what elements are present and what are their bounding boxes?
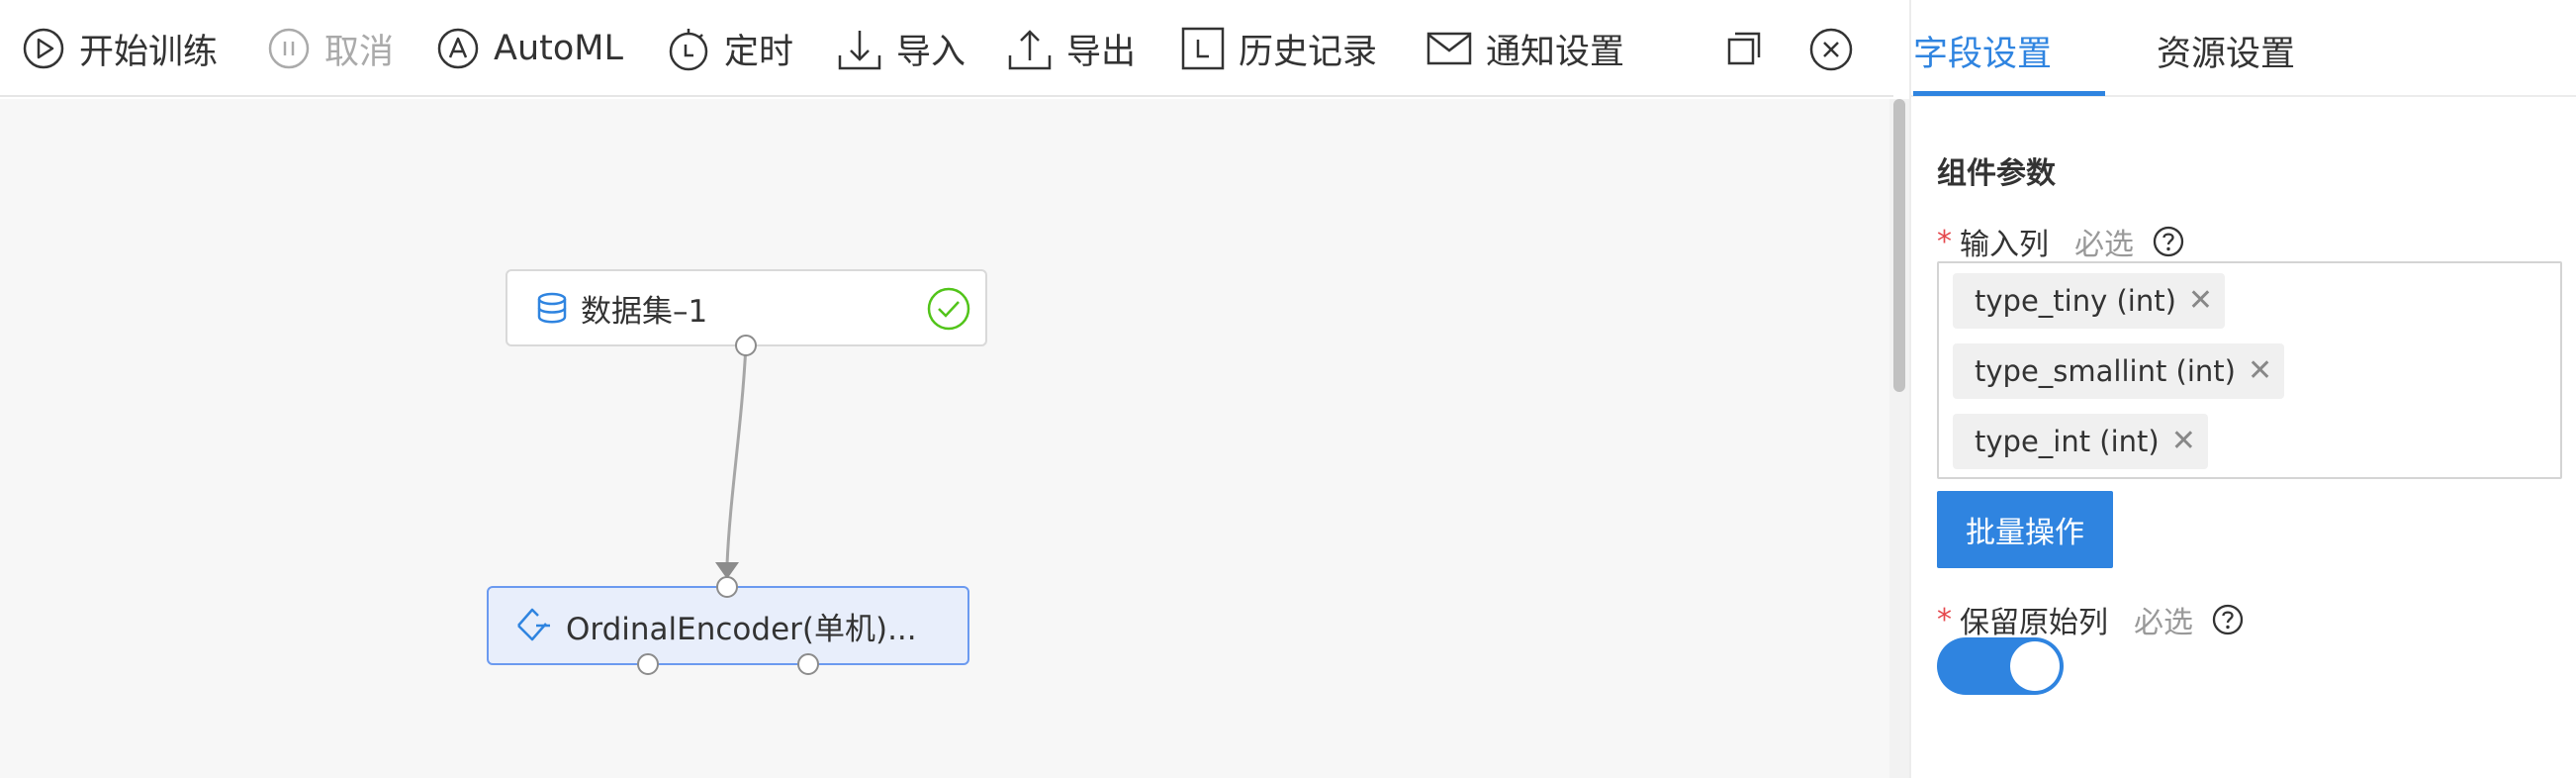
encoder-icon [517,608,550,641]
node-title: 数据集–1 [581,293,708,330]
question-icon [2212,604,2244,635]
column-tag: type_smallint (int) ✕ [1953,343,2285,399]
tab-field-settings[interactable]: 字段设置 [1913,26,2052,76]
required-mark: * [1937,224,1952,259]
output-port-2[interactable] [797,653,819,675]
check-circle-icon [927,287,970,331]
remove-tag-icon[interactable]: ✕ [2248,356,2272,386]
column-tag-label: type_tiny (int) [1975,284,2176,318]
input-columns-label: * 输入列 必选 [1937,220,2185,263]
batch-operation-button[interactable]: 批量操作 [1937,491,2113,568]
tab-resource-settings[interactable]: 资源设置 [2157,26,2295,76]
panel-tabs: 字段设置 资源设置 [1911,0,2576,97]
column-tag-label: type_smallint (int) [1975,354,2236,388]
question-icon [2153,226,2184,257]
remove-tag-icon[interactable]: ✕ [2188,286,2213,316]
column-tag: type_tiny (int) ✕ [1953,273,2226,329]
active-tab-indicator [1913,91,2105,96]
ordinal-encoder-node[interactable]: OrdinalEncoder(单机)... [487,586,969,665]
output-port[interactable] [735,335,757,356]
keep-original-label-text: 保留原始列 [1960,606,2108,640]
properties-panel: 字段设置 资源设置 组件参数 * 输入列 必选 type_tiny (int) … [1909,0,2576,778]
toggle-knob [2010,641,2060,691]
column-tag: type_int (int) ✕ [1953,414,2208,469]
input-columns-select[interactable]: type_tiny (int) ✕ type_smallint (int) ✕ … [1937,261,2562,479]
input-columns-label-text: 输入列 [1960,228,2049,262]
required-hint: 必选 [2074,228,2134,262]
remove-tag-icon[interactable]: ✕ [2171,427,2196,456]
keep-original-toggle[interactable] [1937,637,2064,695]
database-icon [537,292,567,324]
help-icon[interactable] [2211,603,2245,636]
keep-original-label: * 保留原始列 必选 [1937,598,2245,641]
required-mark: * [1937,602,1952,637]
node-title: OrdinalEncoder(单机)... [566,611,917,647]
output-port-1[interactable] [637,653,659,675]
column-tag-label: type_int (int) [1975,425,2160,458]
section-title: 组件参数 [1937,156,2056,191]
connection-edge[interactable] [725,343,748,565]
input-port[interactable] [716,576,738,598]
canvas-scrollbar-thumb[interactable] [1893,99,1905,392]
help-icon[interactable] [2152,225,2185,258]
required-hint: 必选 [2134,606,2193,640]
